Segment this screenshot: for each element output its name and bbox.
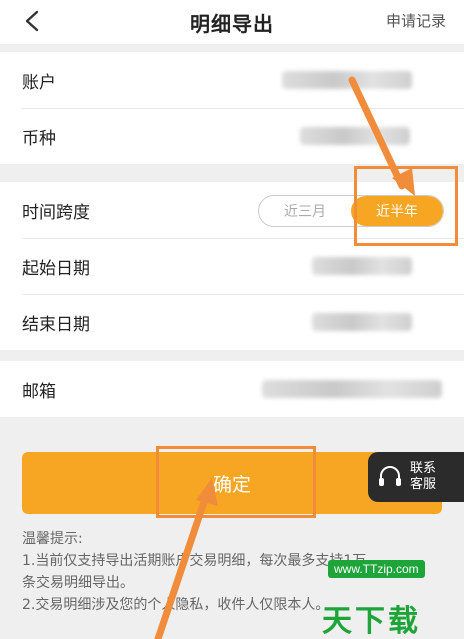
time-span-label: 时间跨度	[22, 202, 90, 223]
account-value-blurred	[282, 71, 412, 89]
email-group: 邮箱	[0, 361, 464, 417]
account-group: 账户 币种	[0, 52, 464, 164]
account-row[interactable]: 账户	[0, 52, 464, 108]
end-date-value-blurred	[312, 313, 412, 331]
watermark-brand: 天下载	[322, 604, 421, 639]
option-three-months[interactable]: 近三月	[259, 196, 351, 226]
page-title: 明细导出	[190, 11, 274, 36]
back-arrow-icon[interactable]	[22, 10, 44, 32]
apply-records-link[interactable]: 申请记录	[386, 10, 446, 31]
currency-label: 币种	[22, 128, 56, 149]
currency-row[interactable]: 币种	[0, 108, 464, 164]
email-row[interactable]: 邮箱	[0, 361, 464, 417]
account-label: 账户	[22, 72, 56, 93]
customer-service-label: 联系客服	[410, 461, 437, 492]
confirm-highlight-box	[156, 446, 316, 518]
customer-service-button[interactable]: 联系客服	[368, 452, 464, 502]
end-date-label: 结束日期	[22, 314, 90, 335]
start-date-label: 起始日期	[22, 258, 90, 279]
watermark-url: www.TTzip.com	[328, 560, 425, 578]
half-year-highlight-box	[354, 166, 458, 246]
email-label: 邮箱	[22, 381, 56, 402]
site-watermark: www.TTzip.com 天下载	[268, 548, 464, 639]
top-bar: 明细导出 申请记录	[0, 0, 464, 44]
end-date-row[interactable]: 结束日期	[0, 294, 464, 350]
currency-value-blurred	[300, 127, 410, 145]
headset-icon	[379, 466, 401, 486]
tips-title: 温馨提示:	[22, 531, 83, 547]
start-date-row[interactable]: 起始日期	[0, 238, 464, 294]
email-value-blurred	[262, 380, 442, 398]
start-date-value-blurred	[312, 257, 412, 275]
